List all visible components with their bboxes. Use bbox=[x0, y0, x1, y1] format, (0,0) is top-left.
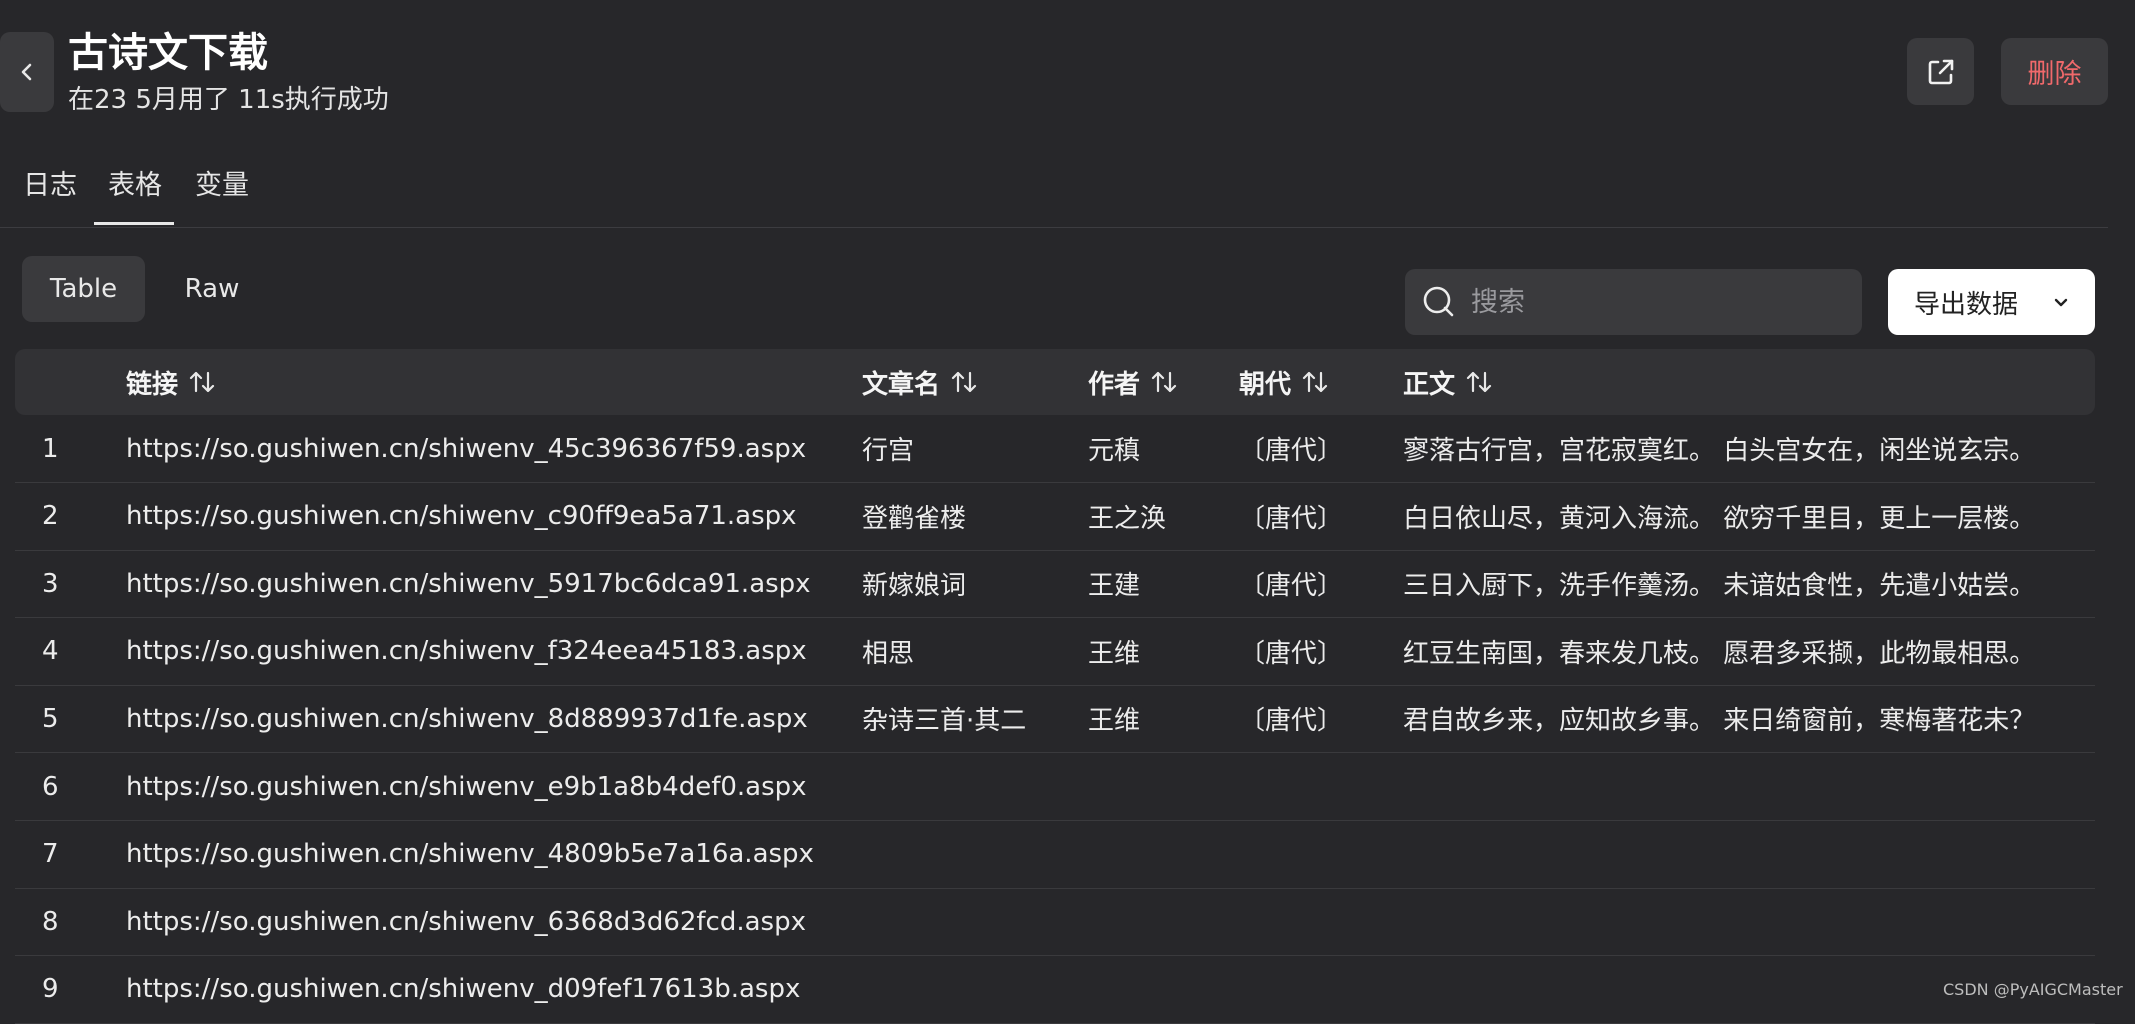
cell-title: 相思 bbox=[862, 638, 915, 669]
cell-author: 王维 bbox=[1088, 638, 1141, 669]
watermark: CSDN @PyAIGCMaster bbox=[1943, 980, 2123, 999]
cell-author: 元稹 bbox=[1088, 436, 1141, 466]
cell-author: 王维 bbox=[1088, 706, 1141, 737]
cell-link: https://so.gushiwen.cn/shiwenv_45c396367… bbox=[126, 433, 807, 464]
open-external-button[interactable] bbox=[1907, 38, 1974, 105]
cell-index: 9 bbox=[42, 974, 59, 1005]
cell-content: 白日依山尽，黄河入海流。 欲穷千里目，更上一层楼。 bbox=[1403, 503, 2036, 534]
page-title: 古诗文下载 bbox=[68, 30, 268, 76]
column-header-author[interactable]: 作者 bbox=[1088, 349, 1178, 415]
column-header-link[interactable]: 链接 bbox=[126, 349, 216, 415]
tab-log[interactable]: 日志 bbox=[23, 168, 77, 204]
cell-index: 1 bbox=[42, 433, 59, 464]
cell-link: https://so.gushiwen.cn/shiwenv_c90ff9ea5… bbox=[126, 501, 797, 532]
cell-link: https://so.gushiwen.cn/shiwenv_6368d3d62… bbox=[126, 906, 806, 937]
chevron-left-icon bbox=[21, 63, 32, 81]
chevron-down-icon bbox=[2054, 298, 2068, 307]
tab-table[interactable]: 表格 bbox=[108, 168, 162, 204]
cell-content: 红豆生南国，春来发几枝。 愿君多采撷，此物最相思。 bbox=[1403, 638, 2036, 669]
cell-index: 5 bbox=[42, 703, 59, 734]
run-status-text: 在23 5月用了 11s执行成功 bbox=[68, 85, 389, 115]
sort-arrows-icon[interactable] bbox=[1301, 369, 1329, 395]
cell-title: 新嫁娘词 bbox=[862, 571, 967, 602]
cell-index: 3 bbox=[42, 568, 59, 599]
cell-link: https://so.gushiwen.cn/shiwenv_5917bc6dc… bbox=[126, 568, 811, 599]
table-header: 链接 文章名 作者 朝代 正文 bbox=[15, 349, 2095, 415]
sort-arrows-icon[interactable] bbox=[1150, 369, 1178, 395]
table-row[interactable]: 7 https://so.gushiwen.cn/shiwenv_4809b5e7… bbox=[15, 821, 2095, 889]
sort-arrows-icon[interactable] bbox=[188, 369, 216, 395]
table-row[interactable]: 8 https://so.gushiwen.cn/shiwenv_6368d3d6… bbox=[15, 888, 2095, 957]
search-box bbox=[1405, 269, 1862, 335]
cell-link: https://so.gushiwen.cn/shiwenv_8d889937d… bbox=[126, 703, 808, 734]
column-header-dynasty[interactable]: 朝代 bbox=[1239, 349, 1329, 415]
cell-dynasty: 〔唐代〕 bbox=[1239, 706, 1344, 737]
column-header-title[interactable]: 文章名 bbox=[862, 349, 978, 415]
search-icon bbox=[1421, 284, 1457, 320]
cell-dynasty: 〔唐代〕 bbox=[1239, 638, 1344, 669]
cell-index: 7 bbox=[42, 839, 59, 870]
back-button[interactable] bbox=[0, 32, 54, 112]
cell-link: https://so.gushiwen.cn/shiwenv_e9b1a8b4d… bbox=[126, 771, 807, 802]
table-row[interactable]: 6 https://so.gushiwen.cn/shiwenv_e9b1a8b4… bbox=[15, 753, 2095, 821]
cell-link: https://so.gushiwen.cn/shiwenv_f324eea45… bbox=[126, 636, 807, 667]
cell-index: 2 bbox=[42, 501, 59, 532]
cell-link: https://so.gushiwen.cn/shiwenv_4809b5e7a… bbox=[126, 839, 814, 870]
cell-author: 王之涣 bbox=[1088, 503, 1167, 534]
cell-title: 杂诗三首·其二 bbox=[862, 706, 1027, 737]
table-row[interactable]: 5 https://so.gushiwen.cn/shiwenv_8d889937… bbox=[15, 685, 2095, 754]
cell-dynasty: 〔唐代〕 bbox=[1239, 571, 1344, 602]
cell-link: https://so.gushiwen.cn/shiwenv_d09fef176… bbox=[126, 974, 801, 1005]
external-link-icon bbox=[1928, 59, 1953, 84]
table-row[interactable]: 1 https://so.gushiwen.cn/shiwenv_45c39636… bbox=[15, 415, 2095, 483]
cell-dynasty: 〔唐代〕 bbox=[1239, 503, 1344, 534]
sort-arrows-icon[interactable] bbox=[950, 369, 978, 395]
cell-title: 登鹳雀楼 bbox=[862, 503, 967, 534]
view-raw-button[interactable]: Raw bbox=[152, 256, 272, 322]
table-row[interactable]: 3 https://so.gushiwen.cn/shiwenv_5917bc6d… bbox=[15, 550, 2095, 619]
delete-button[interactable]: 删除 bbox=[2001, 38, 2108, 105]
column-header-content[interactable]: 正文 bbox=[1403, 349, 1493, 415]
cell-content: 君自故乡来，应知故乡事。 来日绮窗前，寒梅著花未？ bbox=[1403, 706, 2036, 737]
cell-content: 三日入厨下，洗手作羹汤。 未谙姑食性，先遣小姑尝。 bbox=[1403, 571, 2036, 602]
cell-content: 寥落古行宫，宫花寂寞红。 白头宫女在，闲坐说玄宗。 bbox=[1403, 436, 2036, 466]
view-table-button[interactable]: Table bbox=[22, 256, 145, 322]
cell-author: 王建 bbox=[1088, 571, 1141, 602]
cell-title: 行宫 bbox=[862, 436, 915, 466]
table-row[interactable]: 9 https://so.gushiwen.cn/shiwenv_d09fef17… bbox=[15, 956, 2095, 1024]
search-input[interactable] bbox=[1469, 285, 1853, 319]
active-tab-indicator bbox=[94, 222, 174, 225]
cell-index: 4 bbox=[42, 636, 59, 667]
cell-index: 6 bbox=[42, 771, 59, 802]
cell-index: 8 bbox=[42, 906, 59, 937]
tabs-divider bbox=[0, 227, 2108, 228]
export-data-button[interactable]: 导出数据 bbox=[1888, 269, 2095, 335]
table-row[interactable]: 2 https://so.gushiwen.cn/shiwenv_c90ff9ea… bbox=[15, 483, 2095, 551]
sort-arrows-icon[interactable] bbox=[1465, 369, 1493, 395]
export-label: 导出数据 bbox=[1914, 289, 2019, 320]
tab-variables[interactable]: 变量 bbox=[195, 168, 249, 204]
table-row[interactable]: 4 https://so.gushiwen.cn/shiwenv_f324eea4… bbox=[15, 618, 2095, 686]
cell-dynasty: 〔唐代〕 bbox=[1239, 436, 1344, 466]
